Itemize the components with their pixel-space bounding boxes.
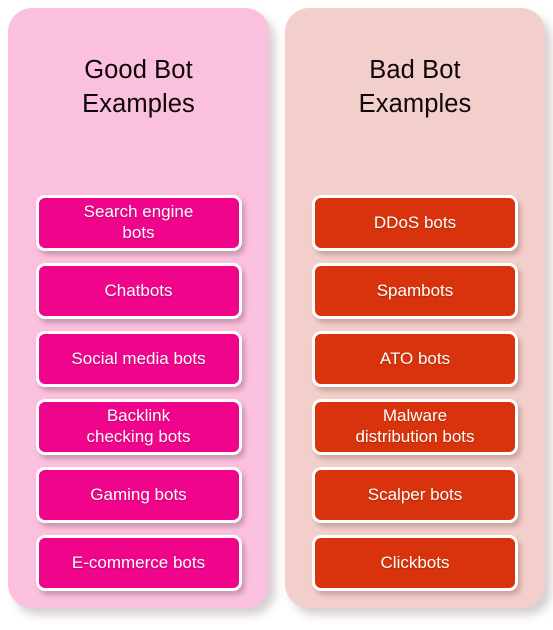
good-bot-item-list: Search engine bots Chatbots Social media… (8, 195, 269, 591)
bad-bot-item-list: DDoS bots Spambots ATO bots Malware dist… (285, 195, 545, 591)
list-item[interactable]: Search engine bots (35, 195, 242, 251)
list-item[interactable]: DDoS bots (312, 195, 518, 251)
bad-bot-panel: Bad Bot Examples DDoS bots Spambots ATO … (285, 8, 545, 608)
list-item[interactable]: Clickbots (312, 535, 518, 591)
list-item[interactable]: Chatbots (35, 263, 242, 319)
list-item[interactable]: Social media bots (35, 331, 242, 387)
good-bot-panel-title: Good Bot Examples (82, 56, 195, 118)
list-item[interactable]: Gaming bots (35, 467, 242, 523)
list-item[interactable]: Backlink checking bots (35, 399, 242, 455)
list-item[interactable]: Spambots (312, 263, 518, 319)
list-item[interactable]: Malware distribution bots (312, 399, 518, 455)
good-bot-panel: Good Bot Examples Search engine bots Cha… (8, 8, 269, 608)
list-item[interactable]: E-commerce bots (35, 535, 242, 591)
bot-examples-diagram: Good Bot Examples Search engine bots Cha… (0, 0, 553, 630)
bad-bot-panel-title: Bad Bot Examples (358, 56, 472, 118)
list-item[interactable]: Scalper bots (312, 467, 518, 523)
list-item[interactable]: ATO bots (312, 331, 518, 387)
